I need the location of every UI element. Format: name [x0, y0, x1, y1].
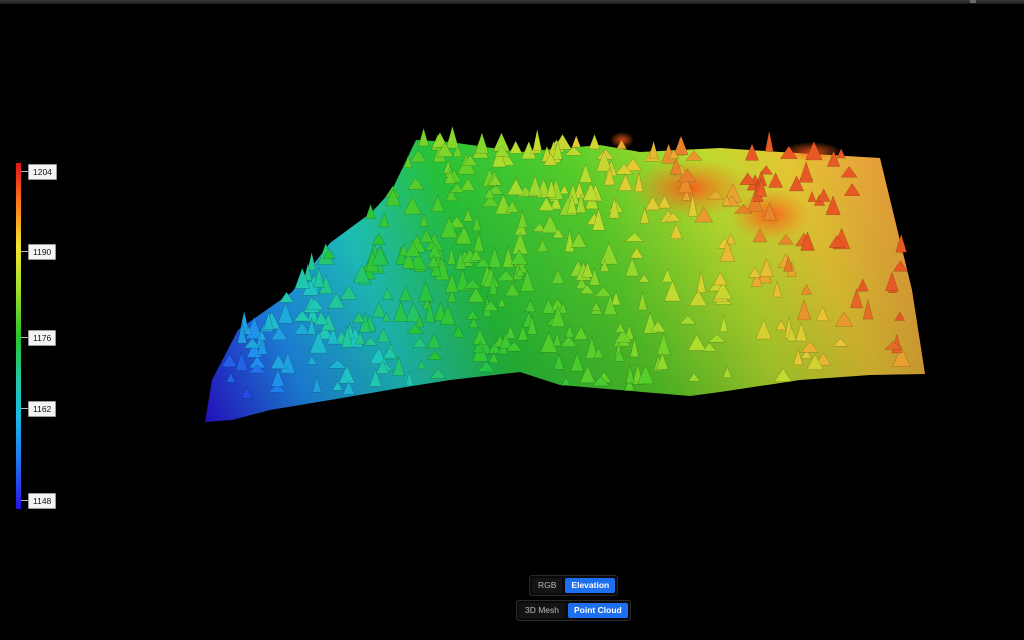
legend-label: 1190 [28, 244, 57, 260]
point-cloud-terrain[interactable] [0, 0, 1024, 640]
point-cloud-mode-button[interactable]: Point Cloud [568, 603, 628, 618]
elevation-color-scale [16, 163, 21, 509]
legend-label: 1176 [28, 330, 57, 346]
tree-canopy [532, 129, 542, 152]
tree-canopy [418, 127, 429, 147]
tree-canopy [588, 133, 601, 150]
tree-canopy [673, 135, 689, 155]
render-mode-toggle: 3D Mesh Point Cloud [516, 600, 631, 621]
legend-label-max: 1204 [28, 164, 57, 180]
tree-canopy [648, 140, 659, 159]
mesh-mode-button[interactable]: 3D Mesh [519, 603, 566, 618]
tree-canopy [571, 135, 581, 148]
elevation-viewer: 1204 1190 1176 1162 1148 RGB Elevation 3… [0, 0, 1024, 640]
rgb-mode-button[interactable]: RGB [532, 578, 563, 593]
legend-label: 1162 [28, 401, 57, 417]
legend-label-min: 1148 [28, 493, 57, 509]
tree-canopy [445, 125, 459, 149]
tree-canopy [475, 131, 489, 154]
elevation-legend: 1204 1190 1176 1162 1148 [16, 163, 76, 509]
tree-canopy [764, 130, 774, 152]
color-mode-toggle: RGB Elevation [529, 575, 619, 596]
tree-canopy [509, 140, 523, 154]
elevation-mode-button[interactable]: Elevation [565, 578, 616, 593]
